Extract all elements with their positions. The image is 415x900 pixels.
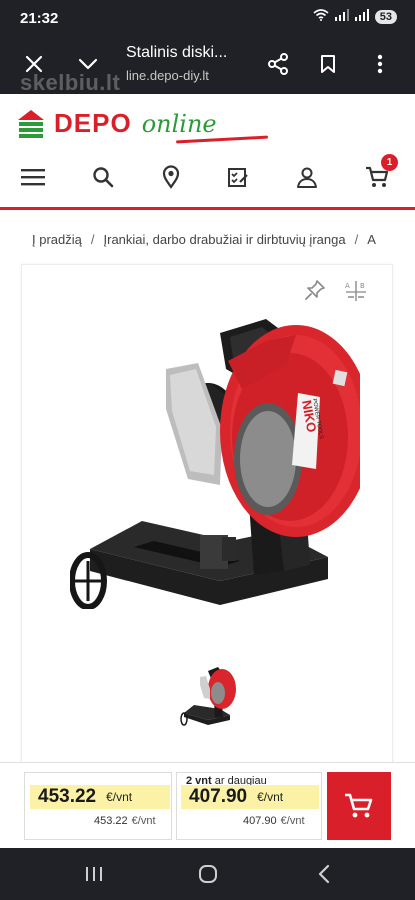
pin-icon[interactable]: [304, 279, 326, 306]
breadcrumb-separator: /: [90, 232, 95, 247]
user-icon[interactable]: [292, 162, 322, 192]
depo-logo[interactable]: DEPO online: [16, 108, 217, 138]
signal-r-icon: [354, 9, 369, 24]
unit-price: 453.22: [38, 786, 97, 807]
wifi-icon: [313, 9, 329, 24]
logo-text: DEPO: [54, 108, 132, 138]
android-nav-bar: [0, 848, 415, 900]
home-icon[interactable]: [196, 862, 220, 886]
tier-price-unit: €/vnt: [257, 790, 284, 804]
product-gallery: AB NIKO POWER TOOLS: [21, 264, 393, 764]
svg-text:B: B: [360, 282, 365, 290]
product-image[interactable]: NIKO POWER TOOLS: [69, 309, 372, 614]
browser-toolbar: skelbiu.lt Stalinis diski... line.depo-d…: [0, 36, 415, 95]
unit-price-small: 453.22 €/vnt: [94, 815, 156, 827]
signal-icon: [334, 9, 349, 24]
share-icon[interactable]: [264, 50, 292, 78]
breadcrumb-home[interactable]: Į pradžią: [32, 232, 82, 247]
page-url[interactable]: line.depo-diy.lt: [126, 68, 209, 83]
breadcrumb-category[interactable]: Įrankiai, darbo drabužiai ir dirbtuvių į…: [104, 232, 346, 247]
cart-icon[interactable]: 1: [362, 154, 398, 192]
close-icon[interactable]: [20, 50, 48, 78]
unit-price-unit: €/vnt: [106, 790, 133, 804]
status-time: 21:32: [20, 10, 59, 27]
bookmark-icon[interactable]: [314, 50, 342, 78]
recent-apps-icon[interactable]: [82, 862, 106, 886]
cart-count-badge: 1: [381, 154, 398, 171]
tier-price-small-unit: €/vnt: [280, 815, 305, 827]
unit-price-small-value: 453.22: [94, 815, 128, 827]
breadcrumb-separator: /: [354, 232, 359, 247]
menu-icon[interactable]: [18, 162, 48, 192]
site-nav-icons: 1: [0, 154, 415, 196]
svg-text:A: A: [345, 282, 350, 290]
logo-online-text: online: [141, 110, 217, 138]
compare-icon[interactable]: AB: [344, 279, 368, 308]
product-thumbnail[interactable]: [180, 665, 236, 734]
unit-price-highlight: 453.22 €/vnt: [30, 785, 170, 809]
checklist-icon[interactable]: [223, 162, 253, 192]
chevron-down-icon[interactable]: [74, 50, 102, 78]
breadcrumb-subcategory[interactable]: A: [367, 232, 376, 247]
price-bar: 453.22 €/vnt 453.22 €/vnt 2 vnt ar daugia…: [0, 762, 415, 848]
more-vertical-icon[interactable]: [366, 50, 394, 78]
tier-price-highlight: 407.90 €/vnt: [181, 785, 319, 809]
unit-price-small-unit: €/vnt: [131, 815, 156, 827]
search-icon[interactable]: [88, 162, 118, 192]
tier-price: 407.90: [189, 786, 248, 807]
tier-price-small: 407.90 €/vnt: [243, 815, 305, 827]
breadcrumb: Į pradžią / Įrankiai, darbo drabužiai ir…: [32, 232, 376, 247]
tier-price-small-value: 407.90: [243, 815, 277, 827]
back-icon[interactable]: [312, 862, 336, 886]
location-pin-icon[interactable]: [156, 162, 186, 192]
battery-level: 53: [374, 9, 397, 24]
system-indicators: 53: [313, 9, 397, 24]
status-bar: 21:32 53: [0, 0, 415, 36]
add-to-cart-icon: [345, 793, 373, 818]
add-to-cart-button[interactable]: [327, 772, 391, 840]
page-title: Stalinis diski...: [126, 44, 228, 61]
logo-mark-icon: [16, 108, 46, 138]
site-header: DEPO online 1: [0, 94, 415, 210]
